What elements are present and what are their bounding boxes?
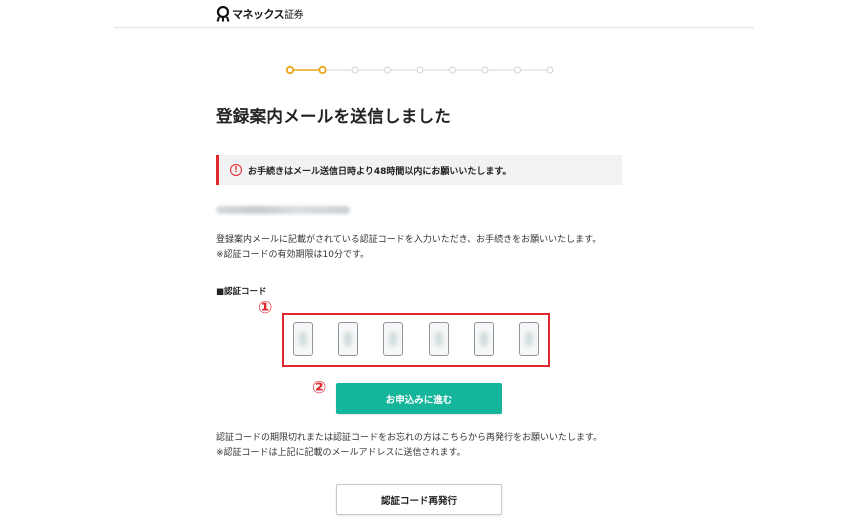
resend-info: 認証コードの期限切れまたは認証コードをお忘れの方はこちらから再発行をお願いいたし… — [216, 431, 602, 461]
stepper-step-5 — [416, 66, 424, 74]
stepper-step-8 — [514, 66, 521, 74]
exclamation-circle-icon: ! — [230, 164, 242, 176]
stepper-step-3 — [351, 66, 359, 74]
code-inputs — [293, 320, 539, 358]
header-divider — [114, 27, 754, 28]
email-address-redacted — [216, 206, 350, 214]
annotation-marker-1: ① — [258, 298, 273, 318]
stepper-step-6 — [449, 66, 456, 74]
proceed-button[interactable]: お申込みに進む — [336, 383, 502, 414]
stepper-step-7 — [481, 66, 489, 74]
page-title: 登録案内メールを送信しました — [216, 107, 452, 126]
notice-alert: ! お手続きはメール送信日時より48時間以内にお願いいたします。 — [216, 155, 622, 185]
stepper-step-1 — [285, 65, 295, 75]
instructions-line-1: 登録案内メールに記載がされている認証コードを入力いただき、お手続きをお願いいたし… — [216, 235, 602, 245]
instructions: 登録案内メールに記載がされている認証コードを入力いただき、お手続きをお願いいたし… — [216, 233, 601, 263]
stepper-step-4 — [384, 66, 391, 74]
resend-info-line-2: ※認証コードは上記に記載のメールアドレスに送信されます。 — [216, 448, 466, 458]
site-header: マネックス証券 — [0, 0, 844, 28]
annotation-marker-2: ② — [312, 378, 327, 398]
progress-stepper — [284, 64, 556, 76]
stepper-step-9 — [546, 66, 554, 74]
code-digit-input-1[interactable] — [293, 322, 313, 356]
alert-text: お手続きはメール送信日時より48時間以内にお願いいたします。 — [248, 166, 512, 177]
monex-logo[interactable]: マネックス証券 — [216, 5, 304, 23]
code-digit-input-6[interactable] — [518, 322, 539, 356]
code-digit-input-2[interactable] — [338, 322, 359, 356]
code-digit-input-3[interactable] — [383, 322, 404, 356]
logo-text: マネックス証券 — [232, 8, 304, 21]
resend-code-button[interactable]: 認証コード再発行 — [336, 484, 502, 515]
stepper-step-2 — [318, 65, 327, 75]
code-digit-input-5[interactable] — [473, 322, 494, 356]
resend-info-line-1: 認証コードの期限切れまたは認証コードをお忘れの方はこちらから再発行をお願いいたし… — [216, 433, 603, 443]
code-label: ■認証コード — [216, 287, 267, 297]
instructions-line-2: ※認証コードの有効期限は10分です。 — [216, 250, 370, 260]
monex-logo-icon — [216, 6, 230, 22]
code-digit-input-4[interactable] — [428, 322, 449, 356]
stepper-graphic — [285, 65, 554, 75]
